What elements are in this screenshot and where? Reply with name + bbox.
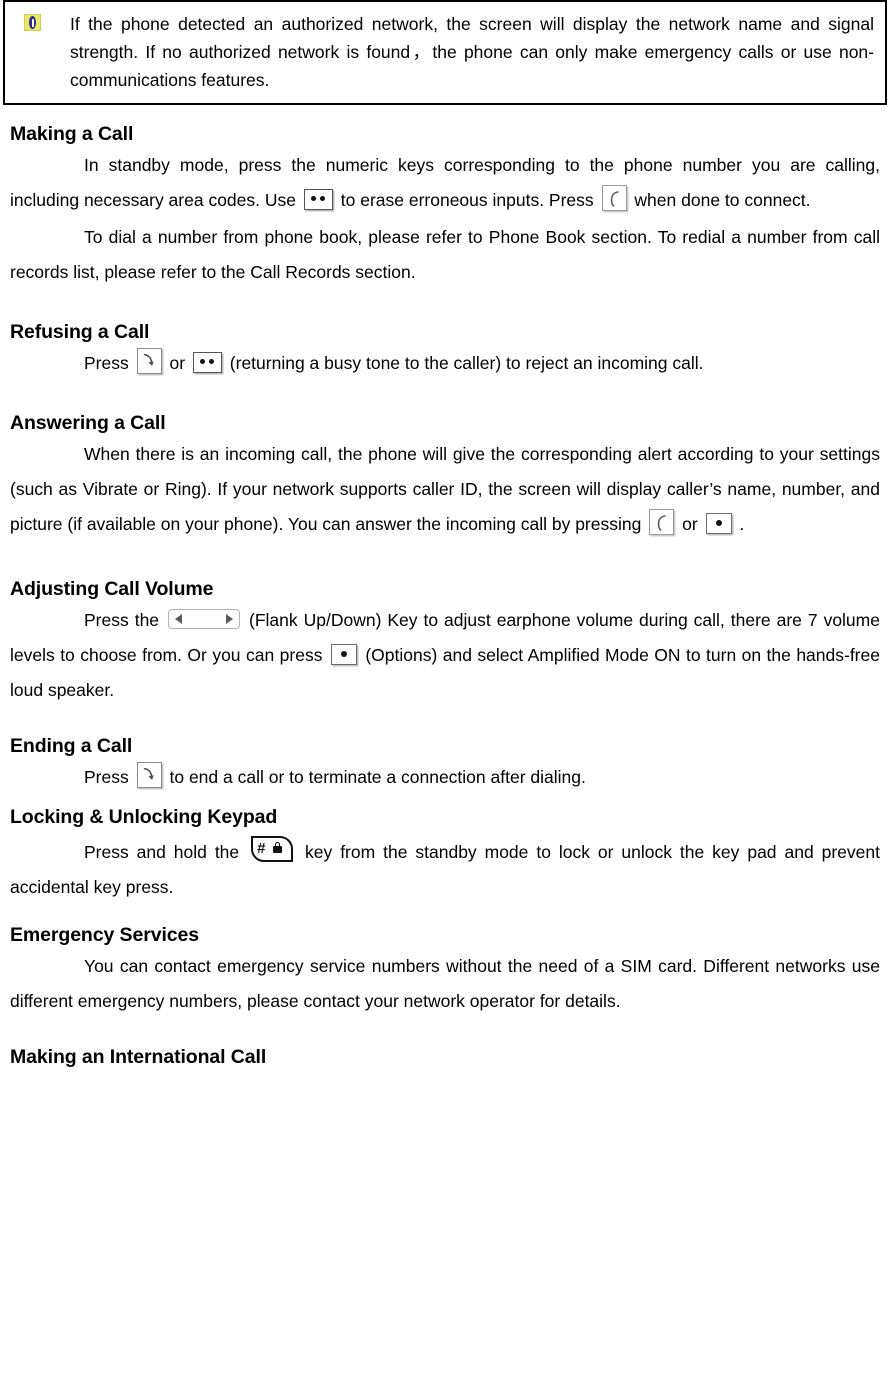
- paragraph-indent: [10, 610, 84, 630]
- section-title-ending-a-call: Ending a Call: [10, 735, 133, 757]
- section-title-locking-unlocking-keypad: Locking & Unlocking Keypad: [10, 806, 278, 828]
- paragraph-locking-1: Press and hold the # key from the standb…: [10, 835, 880, 905]
- note-callout-text: If the phone detected an authorized netw…: [70, 14, 874, 90]
- document-page: If the phone detected an authorized netw…: [0, 0, 891, 1375]
- paragraph-text: .: [739, 514, 745, 534]
- document-body: Making a Call In standby mode, press the…: [10, 122, 880, 1069]
- paragraph-indent: [10, 444, 84, 464]
- paragraph-text: to end a call or to terminate a connecti…: [169, 767, 586, 787]
- section-title-emergency-services: Emergency Services: [10, 924, 199, 946]
- end-key-icon: [136, 348, 162, 375]
- paragraph-indent: [10, 155, 84, 175]
- paragraph-ending-a-call-1: Press to end a call or to terminate a co…: [10, 760, 880, 795]
- paragraph-adjusting-call-volume-1: Press the (Flank Up/Down) Key to adjust …: [10, 603, 880, 708]
- paragraph-text: To dial a number from phone book, please…: [10, 227, 880, 282]
- section-title-adjusting-call-volume: Adjusting Call Volume: [10, 578, 214, 600]
- note-callout-box: If the phone detected an authorized netw…: [3, 0, 887, 105]
- paragraph-text: (returning a busy tone to the caller) to…: [229, 353, 704, 373]
- paragraph-text: Press: [84, 353, 129, 373]
- soft-key-icon: [330, 643, 357, 665]
- send-key-icon: [601, 185, 627, 212]
- clear-key-icon: [303, 188, 333, 210]
- paragraph-refusing-a-call-1: Press or (returning a busy tone to the c…: [10, 346, 880, 381]
- paragraph-indent: [10, 227, 84, 247]
- paragraph-indent: [10, 767, 84, 787]
- paragraph-text: Press: [84, 767, 129, 787]
- clear-key-icon: [192, 351, 222, 373]
- send-key-icon: [649, 509, 675, 536]
- paragraph-making-a-call-2: To dial a number from phone book, please…: [10, 220, 880, 290]
- paragraph-text: You can contact emergency service number…: [10, 956, 880, 1011]
- paragraph-indent: [10, 842, 84, 862]
- paragraph-text: Press and hold the: [84, 842, 240, 862]
- paragraph-indent: [10, 353, 84, 373]
- paragraph-indent: [10, 956, 84, 976]
- paragraph-text: When there is an incoming call, the phon…: [10, 444, 880, 534]
- section-title-refusing-a-call: Refusing a Call: [10, 321, 150, 343]
- end-key-icon: [136, 762, 162, 789]
- hash-lock-key-icon: #: [251, 836, 294, 863]
- paragraph-text: or: [682, 514, 698, 534]
- soft-key-icon: [705, 512, 732, 534]
- info-note-icon: [24, 14, 41, 31]
- section-title-making-an-international-call: Making an International Call: [10, 1046, 267, 1068]
- section-title-answering-a-call: Answering a Call: [10, 412, 166, 434]
- paragraph-making-a-call-1: In standby mode, press the numeric keys …: [10, 148, 880, 218]
- paragraph-emergency-services-1: You can contact emergency service number…: [10, 949, 880, 1019]
- paragraph-answering-a-call-1: When there is an incoming call, the phon…: [10, 437, 880, 542]
- paragraph-text: Press the: [84, 610, 160, 630]
- paragraph-text: when done to connect.: [634, 190, 811, 210]
- section-title-making-a-call: Making a Call: [10, 123, 134, 145]
- flank-key-icon: [168, 609, 241, 630]
- paragraph-text: to erase erroneous inputs. Press: [340, 190, 594, 210]
- paragraph-text: or: [169, 353, 186, 373]
